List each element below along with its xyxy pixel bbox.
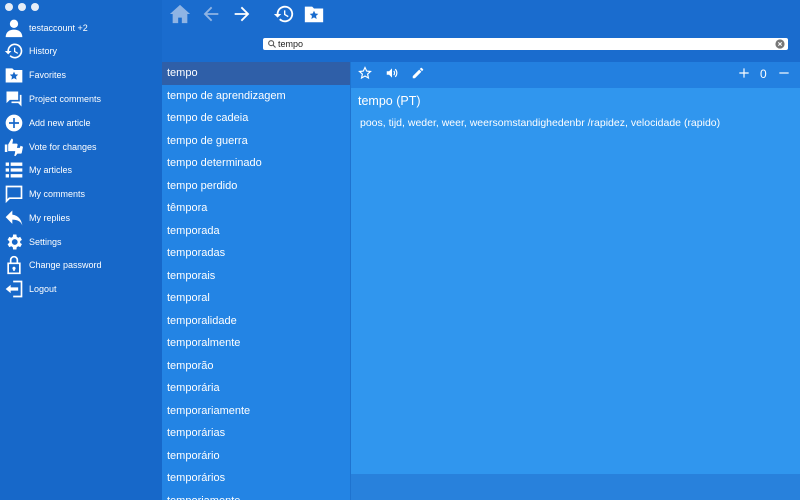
sidebar-item-label: My articles [29,165,73,175]
word-list-item[interactable]: tempo de guerra [162,130,350,153]
home-button[interactable] [168,4,192,28]
word-list-item[interactable]: tempo de aprendizagem [162,85,350,108]
sidebar-item-label: Logout [29,284,57,294]
sidebar-item-label: Settings [29,237,62,247]
word-list-item[interactable]: temporada [162,220,350,243]
gear-icon [4,232,24,252]
vote-count: 0 [760,67,767,81]
clear-search-icon[interactable] [775,39,785,49]
favorites-icon [4,65,24,85]
sidebar-item-logout[interactable]: Logout [0,278,162,300]
sidebar-item-add-new-article[interactable]: Add new article [0,112,162,134]
status-bar [351,474,800,500]
favorites-folder-icon [303,3,325,30]
word-list-item[interactable]: temporariamente [162,400,350,423]
reply-icon [4,208,24,228]
article-translation: poos, tijd, weder, weer, weersomstandigh… [360,117,721,129]
article-toolbar: 0 [351,62,800,88]
back-button[interactable] [199,4,223,28]
sidebar-item-favorites[interactable]: Favorites [0,64,162,86]
pencil-icon [411,66,425,85]
minus-icon [777,66,791,85]
home-icon [169,3,191,30]
sidebar-item-label: Add new article [29,118,91,128]
lock-icon [4,255,24,275]
arrow-left-icon [200,3,222,30]
sidebar-item-history[interactable]: History [0,40,162,62]
sidebar-item-change-password[interactable]: Change password [0,254,162,276]
word-list-item[interactable]: temporal [162,287,350,310]
edit-button[interactable] [410,67,426,83]
arrow-right-icon [231,3,253,30]
plus-icon [737,66,751,85]
zoom-window-button[interactable] [31,3,39,11]
word-list: tempo tempo de aprendizagem tempo de cadei… [162,62,350,500]
sidebar-item-label: Change password [29,260,102,270]
word-list-item[interactable]: temporais [162,265,350,288]
word-list-item[interactable]: temporão [162,355,350,378]
word-list-item[interactable]: temporário [162,445,350,468]
close-window-button[interactable] [5,3,13,11]
sidebar-item-my-articles[interactable]: My articles [0,159,162,181]
minimize-window-button[interactable] [18,3,26,11]
article-panel: 0 tempo (PT) poos, tijd, weder, weer, we… [351,62,800,474]
history-icon [273,3,295,30]
word-list-item[interactable]: temporalidade [162,310,350,333]
search-input[interactable] [278,38,773,50]
search-bar [263,38,788,50]
article-title: tempo (PT) [358,94,421,108]
vote-down-button[interactable] [776,67,792,83]
sidebar-item-label: My comments [29,189,86,199]
star-outline-icon [358,65,372,85]
sidebar-item-label: My replies [29,213,71,223]
favorite-button[interactable] [357,65,373,85]
sidebar: testaccount +2 History Favorites Project… [0,0,162,500]
search-icon [268,40,276,48]
history-button[interactable] [272,4,296,28]
window-controls [5,3,39,11]
account-item[interactable]: testaccount +2 [0,17,162,39]
logout-icon [4,279,24,299]
sidebar-item-project-comments[interactable]: Project comments [0,88,162,110]
user-icon [4,18,24,38]
sidebar-item-vote-for-changes[interactable]: Vote for changes [0,136,162,158]
speaker-icon [385,66,399,85]
comment-icon [4,184,24,204]
word-list-item[interactable]: temporalmente [162,332,350,355]
vote-icon [4,137,24,157]
sidebar-item-label: Project comments [29,94,102,104]
sidebar-item-my-comments[interactable]: My comments [0,183,162,205]
word-list-item[interactable]: tempo perdido [162,175,350,198]
favorites-button[interactable] [302,4,326,28]
sidebar-item-my-replies[interactable]: My replies [0,207,162,229]
sidebar-item-label: Favorites [29,70,67,80]
forward-button[interactable] [230,4,254,28]
toolbar [162,0,800,62]
word-list-item[interactable]: temporárias [162,422,350,445]
word-list-item[interactable]: temporários [162,467,350,490]
list-icon [4,160,24,180]
word-list-item[interactable]: temporária [162,377,350,400]
word-list-item[interactable]: temporadas [162,242,350,265]
word-list-item[interactable]: temporiamente [162,490,350,500]
word-list-item[interactable]: tempo [162,62,350,85]
pronounce-button[interactable] [384,67,400,83]
comments-icon [4,89,24,109]
word-list-item[interactable]: tempo de cadeia [162,107,350,130]
word-list-item[interactable]: tempo determinado [162,152,350,175]
sidebar-item-settings[interactable]: Settings [0,231,162,253]
account-label: testaccount +2 [29,23,88,33]
word-list-item[interactable]: têmpora [162,197,350,220]
sidebar-item-label: Vote for changes [29,142,97,152]
add-icon [4,113,24,133]
history-icon [4,41,24,61]
vote-up-button[interactable] [736,67,752,83]
sidebar-item-label: History [29,46,58,56]
